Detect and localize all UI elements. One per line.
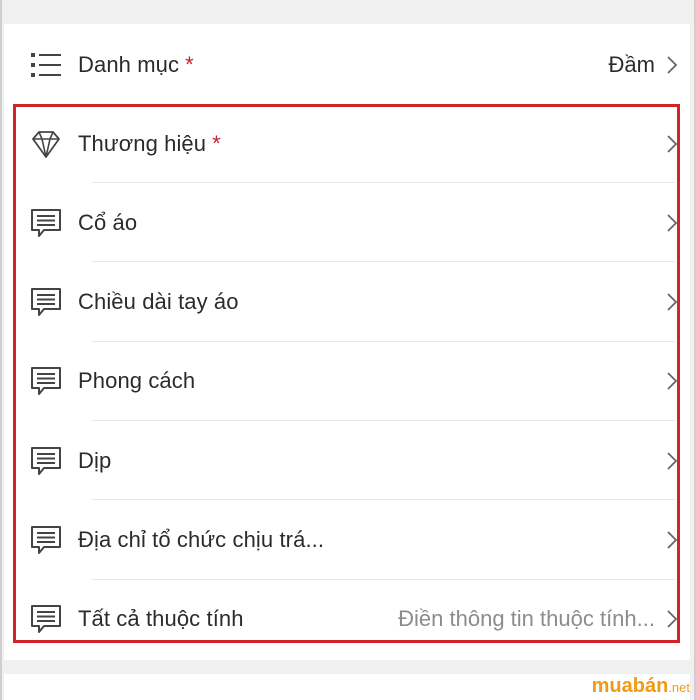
category-value: Đầm bbox=[608, 51, 655, 77]
list-icon bbox=[31, 52, 61, 77]
attribute-value: Điền thông tin thuộc tính... bbox=[398, 606, 655, 632]
chevron-right-icon bbox=[667, 372, 678, 391]
attribute-row-chieu-dai-tay-ao[interactable]: Chiều dài tay áo bbox=[20, 263, 685, 342]
attribute-label: Phong cách bbox=[78, 368, 196, 394]
attribute-label: Dịp bbox=[78, 447, 112, 473]
attribute-row-phong-cach[interactable]: Phong cách bbox=[20, 342, 685, 421]
chevron-right-icon bbox=[667, 452, 678, 470]
required-mark: * bbox=[185, 51, 194, 77]
chevron-right-icon bbox=[667, 214, 678, 232]
chevron-right-icon bbox=[667, 531, 678, 549]
comment-icon bbox=[31, 288, 61, 317]
attribute-label: Địa chỉ tổ chức chịu trá... bbox=[78, 527, 325, 552]
attribute-row-co-ao[interactable]: Cổ áo bbox=[20, 183, 685, 263]
required-mark: * bbox=[212, 130, 221, 156]
chevron-right-icon bbox=[667, 293, 678, 311]
attribute-row-thuong-hieu[interactable]: Thương hiệu * bbox=[20, 104, 685, 183]
bottom-strip bbox=[4, 674, 690, 700]
attribute-row-dip[interactable]: Dịp bbox=[20, 421, 685, 501]
chevron-right-icon bbox=[667, 610, 678, 628]
product-attributes-panel: Danh mục * Đầm Thương hiệu * Cổ áo Chiều dài… bbox=[4, 24, 690, 660]
category-label: Danh mục * bbox=[78, 51, 194, 77]
attribute-label: Tất cả thuộc tính bbox=[78, 606, 244, 632]
category-row[interactable]: Danh mục * Đầm bbox=[20, 25, 685, 104]
comment-icon bbox=[31, 446, 61, 475]
comment-icon bbox=[31, 605, 61, 634]
attribute-label: Thương hiệu * bbox=[78, 130, 221, 156]
frame-left-edge bbox=[0, 0, 2, 700]
attribute-label: Cổ áo bbox=[78, 209, 138, 235]
comment-icon bbox=[31, 526, 61, 554]
comment-icon bbox=[31, 367, 61, 396]
watermark-logo: muabán.net bbox=[591, 675, 690, 697]
attribute-label: Chiều dài tay áo bbox=[78, 289, 239, 315]
comment-icon bbox=[31, 208, 61, 237]
attribute-row-tat-ca-thuoc-tinh[interactable]: Tất cả thuộc tính Điền thông tin thuộc tí… bbox=[20, 580, 685, 659]
attribute-row-dia-chi-to-chuc-chiu-tra[interactable]: Địa chỉ tổ chức chịu trá... bbox=[20, 501, 685, 580]
chevron-right-icon bbox=[667, 134, 678, 153]
diamond-icon bbox=[32, 130, 60, 158]
chevron-right-icon bbox=[667, 55, 678, 74]
